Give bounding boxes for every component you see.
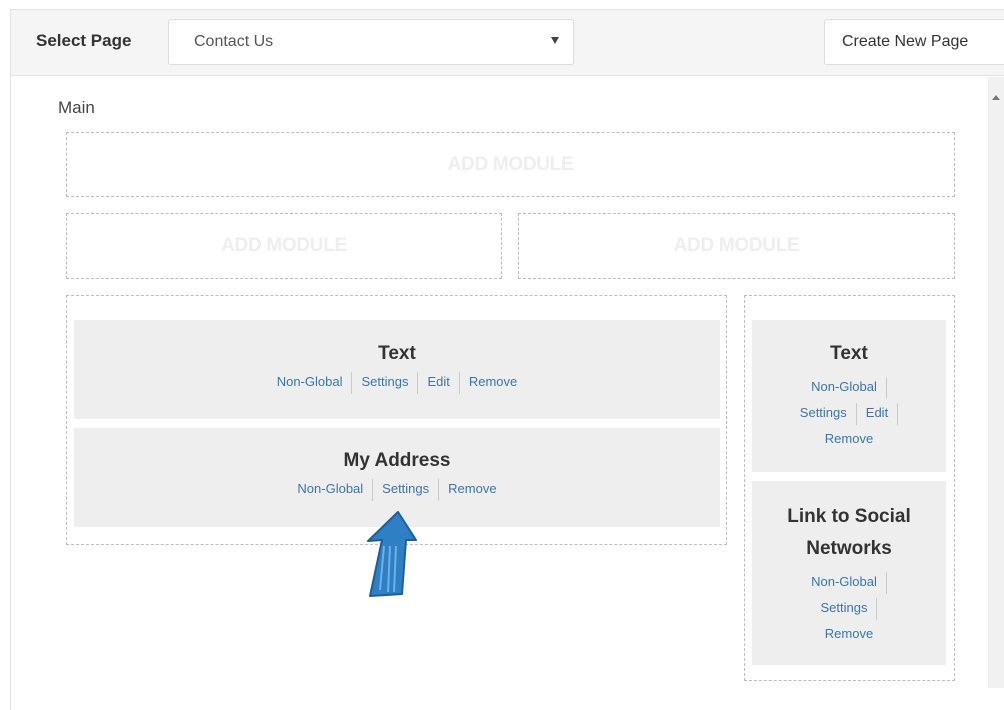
module-title: Text xyxy=(830,343,868,364)
add-module-slot-right[interactable]: ADD MODULE xyxy=(518,213,955,279)
link-divider xyxy=(897,402,899,425)
module-title-line: Networks xyxy=(806,538,892,559)
module-title: Text xyxy=(378,343,416,364)
social-links-module: Link to Social Networks Non-Global Setti… xyxy=(752,481,946,665)
link-divider xyxy=(855,402,857,425)
page-select[interactable]: Contact Us xyxy=(168,19,574,65)
add-module-label: ADD MODULE xyxy=(673,235,800,256)
edit-link[interactable]: Edit xyxy=(427,374,449,389)
link-divider xyxy=(885,571,887,594)
add-module-slot-left[interactable]: ADD MODULE xyxy=(66,213,502,279)
remove-link[interactable]: Remove xyxy=(469,374,517,389)
text-module: Text Non-Global Settings Edit Remove xyxy=(74,320,720,419)
create-new-page-button[interactable]: Create New Page xyxy=(824,19,1004,65)
settings-link[interactable]: Settings xyxy=(361,374,408,389)
module-title-line: Link to Social xyxy=(787,506,911,527)
remove-link[interactable]: Remove xyxy=(448,481,496,496)
edit-link[interactable]: Edit xyxy=(866,400,888,426)
scrollbar[interactable] xyxy=(988,77,1004,688)
select-page-label: Select Page xyxy=(36,31,132,50)
page-select-value: Contact Us xyxy=(194,33,274,50)
link-divider xyxy=(438,479,440,501)
main-area-label: Main xyxy=(58,98,95,117)
settings-link[interactable]: Settings xyxy=(821,595,868,621)
add-module-label: ADD MODULE xyxy=(447,154,574,175)
remove-link[interactable]: Remove xyxy=(825,621,873,647)
non-global-link[interactable]: Non-Global xyxy=(297,481,363,496)
annotation-arrow-icon xyxy=(367,511,417,597)
add-module-label: ADD MODULE xyxy=(221,235,347,256)
text-module-sidebar: Text Non-Global Settings Edit Remove xyxy=(752,320,946,472)
non-global-link[interactable]: Non-Global xyxy=(811,569,877,595)
link-divider xyxy=(372,479,374,501)
link-divider xyxy=(885,376,887,399)
module-title: My Address xyxy=(343,450,451,471)
remove-link[interactable]: Remove xyxy=(825,426,873,452)
link-divider xyxy=(876,597,878,620)
link-divider xyxy=(351,372,353,394)
add-module-slot-top[interactable]: ADD MODULE xyxy=(66,132,955,197)
dropdown-arrow-icon xyxy=(551,37,559,44)
scroll-up-icon[interactable] xyxy=(992,95,1000,100)
non-global-link[interactable]: Non-Global xyxy=(277,374,343,389)
link-divider xyxy=(417,372,419,394)
module-title: Link to Social Networks xyxy=(752,501,946,565)
settings-link[interactable]: Settings xyxy=(800,400,847,426)
non-global-link[interactable]: Non-Global xyxy=(811,374,877,400)
link-divider xyxy=(458,372,460,394)
settings-link[interactable]: Settings xyxy=(382,481,429,496)
